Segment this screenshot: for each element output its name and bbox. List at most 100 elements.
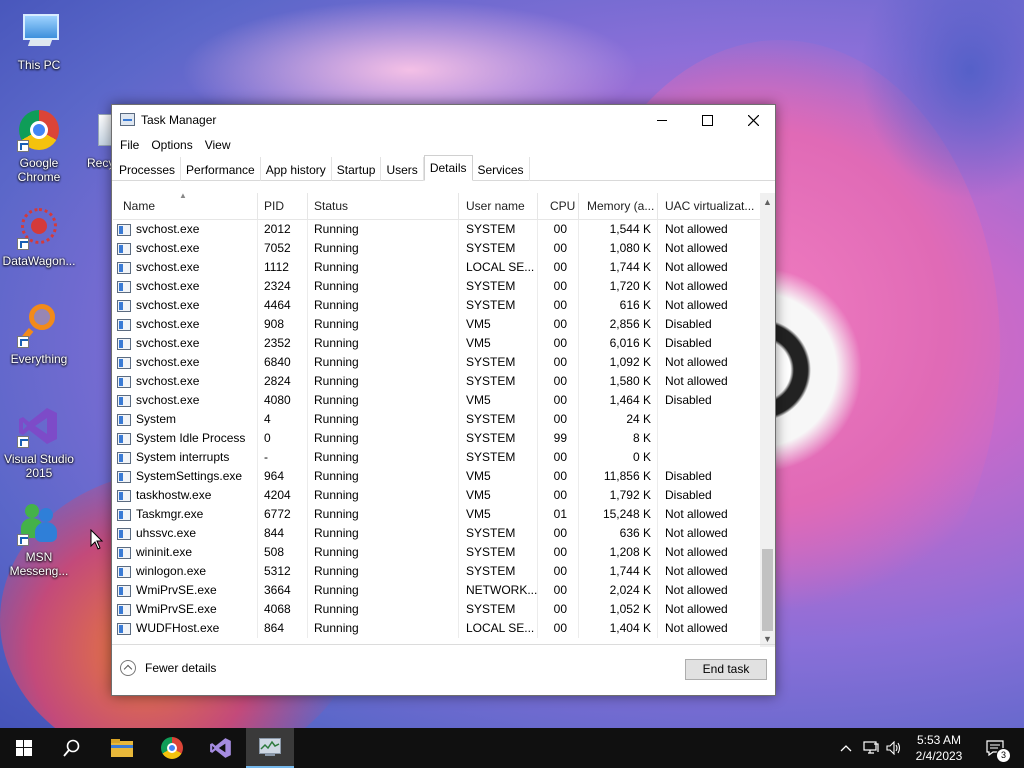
cell-status: Running [308, 505, 459, 524]
cell-uac: Disabled [665, 393, 712, 407]
table-row[interactable]: svchost.exe 2012 Running SYSTEM 00 1,544 K Not… [113, 220, 760, 239]
taskbar-task-manager[interactable] [246, 728, 294, 768]
end-task-button[interactable]: End task [685, 659, 767, 680]
taskbar-chrome[interactable] [148, 728, 196, 768]
desktop-icon-visual-studio[interactable]: Visual Studio 2015 [0, 404, 78, 480]
table-row[interactable]: svchost.exe 2352 Running VM5 00 6,016 K Disabl… [113, 334, 760, 353]
windows-logo-icon [16, 740, 32, 756]
desktop-icon-label: Recy [87, 156, 112, 170]
menu-bar: File Options View [112, 135, 775, 155]
menu-view[interactable]: View [199, 138, 237, 152]
table-row[interactable]: winlogon.exe 5312 Running SYSTEM 00 1,744 K No… [113, 562, 760, 581]
column-header-memory[interactable]: Memory (a... [579, 193, 658, 219]
cell-mem: 2,024 K [579, 581, 658, 600]
column-header-uac-virtualization[interactable]: UAC virtualizat... [658, 193, 760, 219]
action-center-button[interactable]: 3 [980, 728, 1011, 768]
cell-mem: 0 K [579, 448, 658, 467]
table-row[interactable]: wininit.exe 508 Running SYSTEM 00 1,208 K Not … [113, 543, 760, 562]
table-row[interactable]: svchost.exe 4464 Running SYSTEM 00 616 K Not a… [113, 296, 760, 315]
taskbar-file-explorer[interactable] [98, 728, 146, 768]
table-row[interactable]: svchost.exe 6840 Running SYSTEM 00 1,092 K Not… [113, 353, 760, 372]
window-title: Task Manager [141, 113, 217, 127]
process-name: System Idle Process [136, 431, 246, 445]
maximize-button[interactable] [684, 105, 730, 135]
process-name: svchost.exe [136, 241, 200, 255]
network-tray-button[interactable] [860, 728, 882, 768]
close-button[interactable] [730, 105, 776, 135]
column-header-cpu[interactable]: CPU [538, 193, 579, 219]
tab-services[interactable]: Services [473, 157, 530, 181]
table-row[interactable]: uhssvc.exe 844 Running SYSTEM 00 636 K Not all… [113, 524, 760, 543]
table-row[interactable]: svchost.exe 1112 Running LOCAL SE... 00 1,744… [113, 258, 760, 277]
tab-performance[interactable]: Performance [181, 157, 261, 181]
process-icon [117, 489, 131, 502]
cell-cpu: 99 [538, 429, 579, 448]
cell-pid: 1112 [258, 258, 308, 277]
tab-details[interactable]: Details [423, 155, 473, 181]
cell-pid: 0 [258, 429, 308, 448]
desktop-icon-msn-messenger[interactable]: MSN Messeng... [0, 502, 78, 578]
table-row[interactable]: WmiPrvSE.exe 4068 Running SYSTEM 00 1,052 K No… [113, 600, 760, 619]
table-row[interactable]: SystemSettings.exe 964 Running VM5 00 11,856 … [113, 467, 760, 486]
cell-cpu: 00 [538, 334, 579, 353]
cell-name: svchost.exe [113, 239, 258, 258]
cell-user: SYSTEM [459, 524, 538, 543]
tab-users[interactable]: Users [381, 157, 424, 181]
desktop-icon-datawagon[interactable]: DataWagon... [0, 206, 78, 268]
cell-uac: Disabled [665, 317, 712, 331]
menu-options[interactable]: Options [145, 138, 198, 152]
scroll-up-arrow-icon[interactable]: ▲ [760, 193, 775, 210]
title-bar[interactable]: Task Manager [112, 105, 775, 135]
search-button[interactable] [48, 728, 96, 768]
cell-uac: Not allowed [665, 374, 728, 388]
minimize-button[interactable] [639, 105, 685, 135]
process-icon [117, 622, 131, 635]
process-name: WmiPrvSE.exe [136, 602, 217, 616]
table-row[interactable]: svchost.exe 908 Running VM5 00 2,856 K Disable… [113, 315, 760, 334]
volume-tray-button[interactable] [884, 728, 904, 768]
process-icon [117, 546, 131, 559]
cell-cpu: 00 [538, 486, 579, 505]
table-row[interactable]: svchost.exe 7052 Running SYSTEM 00 1,080 K Not… [113, 239, 760, 258]
desktop-icon-recycle-bin[interactable]: Recy [78, 108, 112, 170]
cell-status: Running [308, 239, 459, 258]
tab-startup[interactable]: Startup [332, 157, 382, 181]
window-footer: Fewer details End task [112, 644, 775, 695]
scrollbar-thumb[interactable] [762, 549, 773, 631]
table-row[interactable]: System 4 Running SYSTEM 00 24 K [113, 410, 760, 429]
desktop-icon-this-pc[interactable]: This PC [0, 10, 78, 72]
table-row[interactable]: WmiPrvSE.exe 3664 Running NETWORK... 00 2,024… [113, 581, 760, 600]
table-row[interactable]: svchost.exe 2324 Running SYSTEM 00 1,720 K Not… [113, 277, 760, 296]
table-row[interactable]: Taskmgr.exe 6772 Running VM5 01 15,248 K Not a… [113, 505, 760, 524]
fewer-details-button[interactable]: Fewer details [120, 660, 216, 676]
vertical-scrollbar[interactable]: ▲ ▼ [760, 193, 775, 647]
table-row[interactable]: taskhostw.exe 4204 Running VM5 00 1,792 K Disa… [113, 486, 760, 505]
column-header-pid[interactable]: PID [258, 193, 308, 219]
taskbar-clock[interactable]: 5:53 AM 2/4/2023 [904, 732, 974, 764]
table-row[interactable]: System interrupts - Running SYSTEM 00 0 K [113, 448, 760, 467]
table-row[interactable]: svchost.exe 2824 Running SYSTEM 00 1,580 K Not… [113, 372, 760, 391]
process-name: svchost.exe [136, 336, 200, 350]
menu-file[interactable]: File [114, 138, 145, 152]
desktop-icon-google-chrome[interactable]: Google Chrome [0, 108, 78, 184]
process-icon [117, 508, 131, 521]
cell-cpu: 00 [538, 296, 579, 315]
cell-uac: Disabled [665, 336, 712, 350]
table-row[interactable]: System Idle Process 0 Running SYSTEM 99 8 K [113, 429, 760, 448]
column-header-status[interactable]: Status [308, 193, 459, 219]
table-row[interactable]: svchost.exe 4080 Running VM5 00 1,464 K Disabl… [113, 391, 760, 410]
desktop-icon-everything[interactable]: Everything [0, 304, 78, 366]
column-header-user-name[interactable]: User name [459, 193, 538, 219]
process-name: SystemSettings.exe [136, 469, 243, 483]
mouse-cursor-icon [90, 529, 104, 550]
show-hidden-icons-button[interactable] [838, 728, 854, 768]
process-icon [117, 470, 131, 483]
cell-pid: 2012 [258, 220, 308, 239]
tab-processes[interactable]: Processes [114, 157, 182, 181]
table-row[interactable]: WUDFHost.exe 864 Running LOCAL SE... 00 1,404… [113, 619, 760, 638]
start-button[interactable] [0, 728, 48, 768]
taskbar-visual-studio[interactable] [197, 728, 245, 768]
cell-status: Running [308, 296, 459, 315]
tab-app-history[interactable]: App history [261, 157, 332, 181]
process-icon [117, 413, 131, 426]
